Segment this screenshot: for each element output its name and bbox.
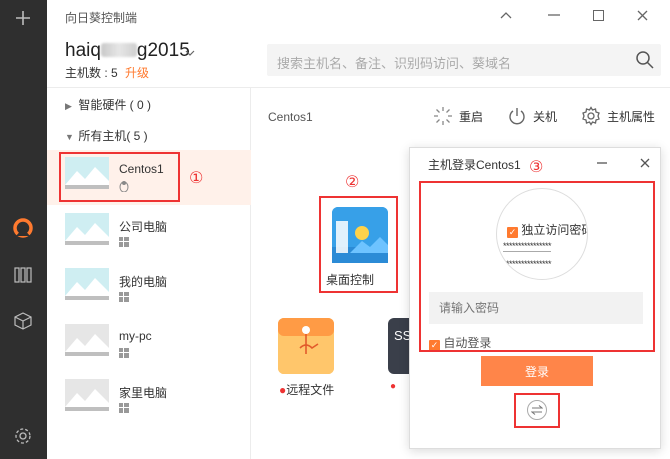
windows-icon (119, 402, 129, 416)
main-window: 向日葵控制端 haiq g2015 主机数 : 5 升级 搜索主机名、备注、识别码… (47, 0, 670, 459)
apps-grid-icon[interactable] (11, 263, 35, 287)
username[interactable]: haiq g2015 (65, 40, 190, 62)
title-bar: 向日葵控制端 (47, 0, 670, 30)
username-redacted (100, 43, 137, 57)
app-title: 向日葵控制端 (65, 11, 138, 25)
collapse-arrow-icon: ▼ (65, 132, 74, 142)
host-name: 家里电脑 (119, 386, 168, 400)
group-all-hosts[interactable]: ▼ 所有主机( 5 ) (65, 127, 148, 144)
restart-label: 重启 (459, 109, 484, 124)
host-properties-button[interactable]: 主机属性 (581, 104, 655, 128)
shutdown-label: 关机 (533, 109, 558, 124)
maximize-button[interactable] (588, 5, 608, 25)
add-icon[interactable] (11, 6, 35, 30)
login-label: 登录 (524, 364, 549, 379)
remote-file-label: ●远程文件 (279, 381, 334, 398)
group-label: 所有主机( 5 ) (78, 129, 148, 143)
sunlogin-logo-icon[interactable] (11, 216, 35, 240)
annotation-number-3: ③ (529, 159, 544, 176)
host-item-home[interactable]: 家里电脑 (47, 372, 251, 427)
annotation-number-1: ① (189, 170, 204, 187)
host-item-my-computer[interactable]: 我的电脑 (47, 261, 251, 316)
restart-icon (434, 107, 452, 125)
close-button[interactable] (632, 5, 652, 25)
collapse-up-icon[interactable] (496, 5, 516, 25)
host-name: 公司电脑 (119, 220, 168, 234)
search-placeholder: 搜索主机名、备注、识别码访问、葵域名 (277, 56, 512, 71)
annotation-box-1 (59, 152, 180, 202)
account-header: haiq g2015 主机数 : 5 升级 搜索主机名、备注、识别码访问、葵域名 (47, 30, 670, 88)
host-count-label: 主机数 : 5 (65, 66, 118, 80)
host-sidebar: ▶ 智能硬件 ( 0 ) ▼ 所有主机( 5 ) Centos1 公司电脑 我的… (47, 88, 251, 459)
expand-arrow-icon: ▶ (65, 101, 72, 111)
host-name: 我的电脑 (119, 275, 168, 289)
host-thumbnail-offline-icon (65, 379, 109, 411)
annotation-number-2: ② (345, 174, 360, 191)
login-button[interactable]: 登录 (481, 356, 593, 386)
restart-button[interactable]: 重启 (433, 104, 483, 128)
dialog-close-button[interactable] (636, 154, 654, 172)
host-item-company[interactable]: 公司电脑 (47, 206, 251, 261)
username-prefix: haiq (65, 40, 101, 61)
chevron-down-icon[interactable] (185, 45, 195, 59)
annotation-box-4 (514, 393, 560, 428)
host-thumbnail-icon (65, 213, 109, 245)
status-dot-icon: ● (390, 381, 397, 392)
remote-file-icon (278, 318, 334, 374)
group-smart-hardware[interactable]: ▶ 智能硬件 ( 0 ) (65, 96, 151, 113)
host-item-my-pc[interactable]: my-pc (47, 317, 251, 372)
windows-icon (119, 347, 129, 361)
settings-gear-icon[interactable] (11, 424, 35, 448)
annotation-box-3 (419, 181, 655, 352)
shutdown-button[interactable]: 关机 (507, 104, 557, 128)
dialog-title: 主机登录Centos1 (428, 158, 521, 172)
current-host-title: Centos1 (268, 110, 313, 124)
host-properties-label: 主机属性 (607, 109, 656, 124)
username-suffix: g2015 (136, 40, 190, 61)
dialog-minimize-button[interactable] (593, 154, 611, 172)
remote-file-text: 远程文件 (286, 383, 335, 397)
host-name: my-pc (119, 329, 152, 343)
left-rail (0, 0, 47, 459)
upgrade-link[interactable]: 升级 (125, 66, 149, 80)
host-thumbnail-icon (65, 268, 109, 300)
remote-file-tile[interactable] (278, 318, 334, 374)
cube-icon[interactable] (11, 309, 35, 333)
annotation-box-2 (319, 196, 398, 293)
host-thumbnail-offline-icon (65, 324, 109, 356)
host-count: 主机数 : 5 升级 (65, 64, 149, 81)
search-box[interactable]: 搜索主机名、备注、识别码访问、葵域名 (267, 44, 661, 76)
minimize-button[interactable] (544, 5, 564, 25)
windows-icon (119, 291, 129, 305)
gear-icon (582, 106, 600, 126)
group-label: 智能硬件 ( 0 ) (78, 98, 152, 112)
search-icon[interactable] (635, 50, 655, 73)
power-icon (509, 108, 525, 125)
windows-icon (119, 236, 129, 250)
